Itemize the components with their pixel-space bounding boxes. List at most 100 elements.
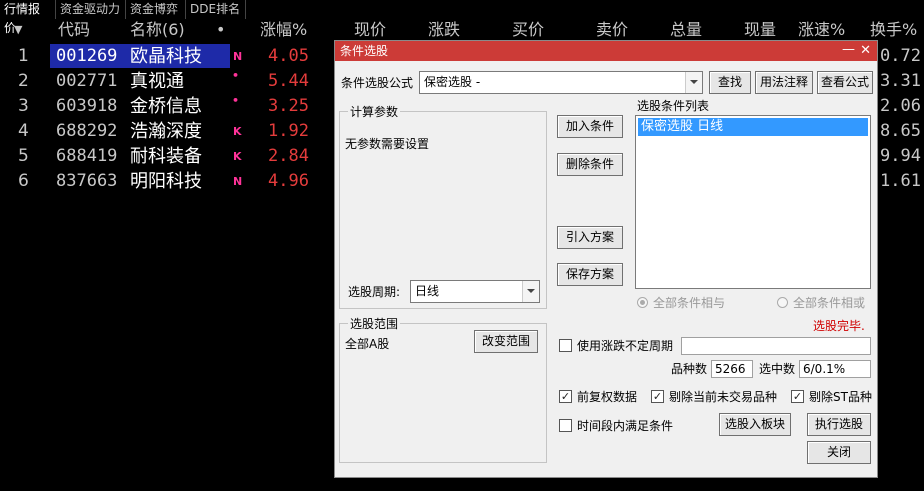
no-params-text: 无参数需要设置 [345, 137, 430, 151]
exclude-nontrading-checkbox[interactable]: ✓ [651, 390, 664, 403]
minimize-icon[interactable]: — [842, 41, 855, 59]
calc-params-title: 计算参数 [348, 104, 401, 120]
add-condition-button[interactable]: 加入条件 [557, 115, 623, 138]
fq-data-label: 前复权数据 [577, 390, 638, 404]
tab-quotes[interactable]: 行情报价 [0, 0, 56, 35]
row-index: 5 [18, 146, 29, 166]
exclude-st-checkbox[interactable]: ✓ [791, 390, 804, 403]
col-header-code[interactable]: 代码 [58, 19, 90, 41]
sort-arrow-icon[interactable]: ▼ [14, 19, 22, 41]
count-value: 5266 [711, 360, 753, 378]
dialog-titlebar[interactable]: 条件选股 — ✕ [335, 41, 877, 61]
stock-name: 真视通 [130, 71, 184, 92]
row-index: 6 [18, 171, 29, 191]
stock-code: 688292 [56, 121, 118, 141]
period-label: 选股周期: [348, 285, 401, 299]
selection-range-group: 选股范围 全部A股 改变范围 [339, 316, 547, 463]
tab-capital-drive[interactable]: 资金驱动力 [56, 0, 126, 19]
row-index: 3 [18, 96, 29, 116]
stock-name: 耐科装备 [130, 146, 202, 167]
selection-range-title: 选股范围 [348, 316, 401, 332]
chevron-down-icon[interactable] [685, 72, 702, 93]
stock-name: 欧晶科技 [130, 46, 202, 67]
range-value: 全部A股 [345, 337, 390, 351]
tab-capital-game[interactable]: 资金博弈 [126, 0, 186, 19]
dialog-title: 条件选股 [340, 44, 389, 58]
turnover-pct: 2.06 [880, 96, 921, 116]
col-header-cur-volume[interactable]: 现量 [744, 19, 776, 41]
change-pct: 1.92 [268, 121, 309, 141]
radio-all-or-label: 全部条件相或 [793, 296, 866, 310]
formula-label: 条件选股公式 [341, 76, 414, 90]
view-formula-button[interactable]: 查看公式 [817, 71, 873, 94]
turnover-pct: 1.61 [880, 171, 921, 191]
turnover-pct: 8.65 [880, 121, 921, 141]
condition-list-label: 选股条件列表 [637, 99, 710, 113]
stock-code: 688419 [56, 146, 118, 166]
stock-code: 837663 [56, 171, 118, 191]
exclude-nontrading-label: 剔除当前未交易品种 [669, 390, 778, 404]
stock-name: 浩瀚深度 [130, 121, 202, 142]
run-selection-button[interactable]: 执行选股 [807, 413, 871, 436]
use-period-checkbox[interactable] [559, 339, 572, 352]
col-header-change-pct[interactable]: 涨幅% [260, 19, 307, 41]
radio-all-and-label: 全部条件相与 [653, 296, 726, 310]
change-pct: 5.44 [268, 71, 309, 91]
row-index: 4 [18, 121, 29, 141]
use-period-label: 使用涨跌不定周期 [577, 339, 674, 353]
stock-flag: K [233, 125, 242, 138]
exclude-st-label: 剔除ST品种 [809, 390, 872, 404]
col-header-turnover[interactable]: 换手% [870, 19, 917, 41]
status-text: 选股完毕. [813, 319, 865, 333]
add-to-block-button[interactable]: 选股入板块 [719, 413, 791, 436]
delete-condition-button[interactable]: 删除条件 [557, 153, 623, 176]
col-header-ask[interactable]: 卖价 [596, 19, 628, 41]
stock-code: 603918 [56, 96, 118, 116]
stock-code: 002771 [56, 71, 118, 91]
col-header-bid[interactable]: 买价 [512, 19, 544, 41]
col-header-change[interactable]: 涨跌 [428, 19, 460, 41]
change-pct: 2.84 [268, 146, 309, 166]
selected-label: 选中数 [759, 362, 796, 376]
turnover-pct: 9.94 [880, 146, 921, 166]
row-index: 2 [18, 71, 29, 91]
import-plan-button[interactable]: 引入方案 [557, 226, 623, 249]
fq-data-checkbox[interactable]: ✓ [559, 390, 572, 403]
col-header-dot: • [216, 20, 226, 39]
turnover-pct: 3.31 [880, 71, 921, 91]
find-button[interactable]: 查找 [709, 71, 751, 94]
change-pct: 4.05 [268, 46, 309, 66]
col-header-volume[interactable]: 总量 [670, 19, 702, 41]
stock-flag: • [232, 69, 240, 82]
condition-list[interactable]: 保密选股 日线 [635, 115, 871, 289]
close-icon[interactable]: ✕ [860, 41, 871, 61]
usage-notes-button[interactable]: 用法注释 [755, 71, 813, 94]
chevron-down-icon[interactable] [522, 281, 539, 302]
turnover-pct: 0.72 [880, 46, 921, 66]
time-range-checkbox[interactable] [559, 419, 572, 432]
formula-select-value: 保密选股 - [424, 75, 481, 89]
list-item[interactable]: 保密选股 日线 [638, 118, 868, 136]
col-header-speed[interactable]: 涨速% [798, 19, 845, 41]
stock-flag: • [232, 94, 240, 107]
change-pct: 4.96 [268, 171, 309, 191]
stock-name: 金桥信息 [130, 96, 202, 117]
stock-flag: N [233, 175, 243, 188]
selected-value: 6/0.1% [799, 360, 871, 378]
stock-name: 明阳科技 [130, 171, 202, 192]
col-header-price[interactable]: 现价 [354, 19, 386, 41]
close-button[interactable]: 关闭 [807, 441, 871, 464]
period-input[interactable] [681, 337, 871, 355]
tab-dde-rank[interactable]: DDE排名 [186, 0, 246, 19]
calc-params-group: 计算参数 无参数需要设置 选股周期: 日线 [339, 104, 547, 309]
period-select-value: 日线 [415, 284, 440, 298]
col-header-name[interactable]: 名称(6) [130, 19, 185, 41]
period-select[interactable]: 日线 [410, 280, 540, 303]
row-index: 1 [18, 46, 29, 66]
stock-code: 001269 [56, 46, 118, 66]
change-range-button[interactable]: 改变范围 [474, 330, 538, 353]
save-plan-button[interactable]: 保存方案 [557, 263, 623, 286]
radio-all-and[interactable] [637, 297, 648, 308]
radio-all-or[interactable] [777, 297, 788, 308]
formula-select[interactable]: 保密选股 - [419, 71, 703, 94]
